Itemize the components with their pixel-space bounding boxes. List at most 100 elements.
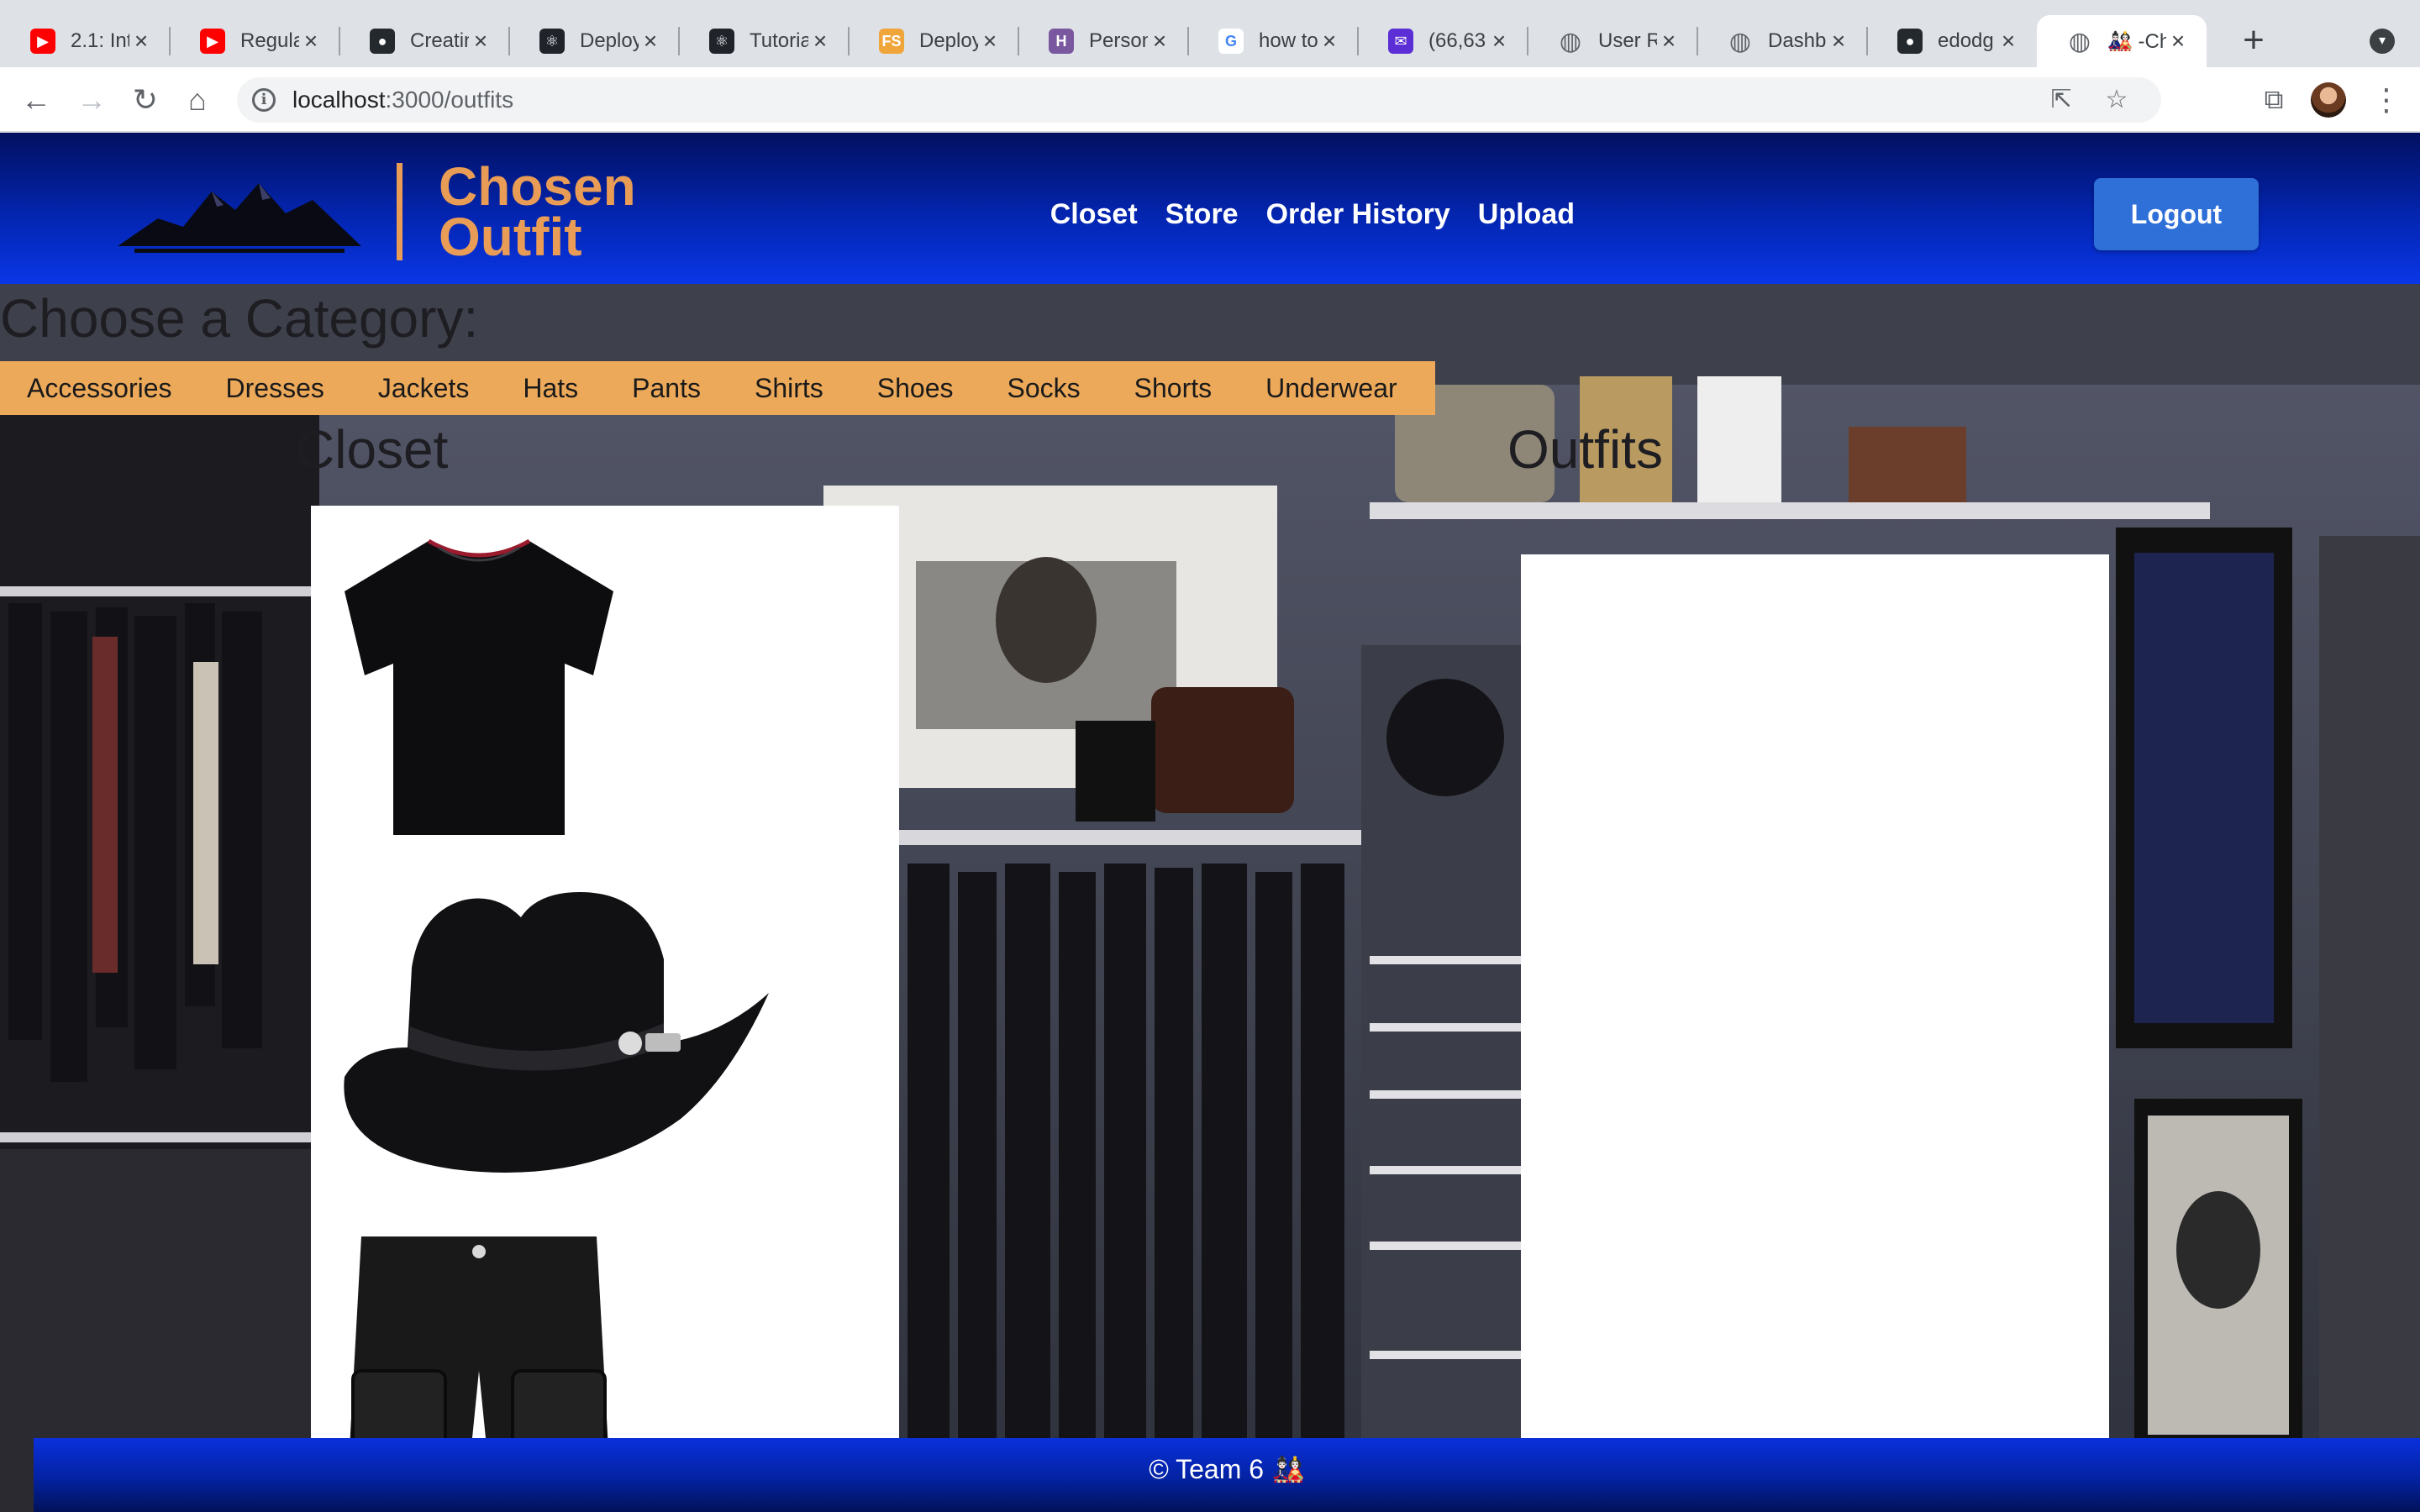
browser-tab[interactable]: ▶ Regula × <box>170 15 339 67</box>
close-tab-icon[interactable]: × <box>2166 28 2190 55</box>
category-socks[interactable]: Socks <box>1007 373 1081 404</box>
profile-avatar[interactable] <box>2311 82 2346 118</box>
globe-icon: ◍ <box>2068 27 2091 55</box>
youtube-icon: ▶ <box>200 29 225 54</box>
main-nav: Closet Store Order History Upload <box>1023 198 1575 231</box>
fullstack-icon: FS <box>879 29 904 54</box>
close-tab-icon[interactable]: × <box>129 28 153 55</box>
category-pants[interactable]: Pants <box>632 373 701 404</box>
tab-title: (66,63 <box>1428 29 1486 52</box>
app-header: Chosen Outfit Closet Store Order History… <box>0 133 2420 284</box>
close-tab-icon[interactable]: × <box>1657 28 1681 55</box>
close-tab-icon[interactable]: × <box>978 28 1002 55</box>
brand-logo-text[interactable]: Chosen Outfit <box>439 156 636 267</box>
tab-title: Dashb <box>1768 29 1827 52</box>
tab-title: Creatin <box>410 29 469 52</box>
category-accessories[interactable]: Accessories <box>27 373 172 404</box>
close-tab-icon[interactable]: × <box>1996 28 2020 55</box>
category-hats[interactable]: Hats <box>523 373 578 404</box>
browser-tab[interactable]: FS Deploy × <box>849 15 1018 67</box>
bookmark-star-icon[interactable]: ☆ <box>2101 84 2133 116</box>
tab-title: Person <box>1089 29 1148 52</box>
closet-section-title: Closet <box>296 419 449 480</box>
github-icon: ● <box>1897 29 1923 54</box>
tab-title: User R <box>1598 29 1657 52</box>
category-shirts[interactable]: Shirts <box>755 373 823 404</box>
tab-title: 🎎 -Ch <box>2107 29 2166 53</box>
outfits-drop-panel[interactable] <box>1521 554 2109 1512</box>
url-path: :3000/outfits <box>385 87 514 113</box>
browser-toolbar: ← → ↻ ⌂ i localhost:3000/outfits ⇱ ☆ ⧉ ⋮ <box>0 67 2420 133</box>
browser-tab[interactable]: ● edodg × <box>1867 15 2037 67</box>
browser-tab[interactable]: ◍ Dashb × <box>1697 15 1867 67</box>
close-tab-icon[interactable]: × <box>1827 28 1850 55</box>
react-icon: ⚛ <box>539 29 565 54</box>
category-underwear[interactable]: Underwear <box>1265 373 1397 404</box>
close-tab-icon[interactable]: × <box>1487 28 1511 55</box>
google-icon: G <box>1218 29 1244 54</box>
close-tab-icon[interactable]: × <box>299 28 323 55</box>
browser-tab[interactable]: ✉ (66,63 × <box>1358 15 1528 67</box>
tab-title: how to <box>1259 29 1318 52</box>
browser-menu-icon[interactable]: ⋮ <box>2371 81 2402 119</box>
address-bar[interactable]: i localhost:3000/outfits ⇱ ☆ <box>237 77 2161 123</box>
reload-icon[interactable]: ↻ <box>126 81 165 119</box>
browser-tab[interactable]: ⚛ Tutoria × <box>679 15 849 67</box>
category-shorts[interactable]: Shorts <box>1134 373 1212 404</box>
closet-items-panel[interactable] <box>311 506 899 1512</box>
react-icon: ⚛ <box>709 29 734 54</box>
heroku-icon: H <box>1049 29 1074 54</box>
browser-tab[interactable]: ◍ 🎎 -Ch × <box>2037 15 2207 67</box>
category-bar: Accessories Dresses Jackets Hats Pants S… <box>0 361 1435 415</box>
new-tab-button[interactable]: + <box>2235 22 2272 59</box>
close-tab-icon[interactable]: × <box>639 28 662 55</box>
globe-icon: ◍ <box>1559 27 1582 55</box>
browser-tab[interactable]: ● Creatin × <box>339 15 509 67</box>
github-icon: ● <box>370 29 395 54</box>
close-tab-icon[interactable]: × <box>1148 28 1171 55</box>
tab-search-icon[interactable]: ▾ <box>2370 29 2395 54</box>
logout-button[interactable]: Logout <box>2094 178 2259 250</box>
close-tab-icon[interactable]: × <box>808 28 832 55</box>
url-text[interactable]: localhost:3000/outfits <box>292 87 513 113</box>
close-tab-icon[interactable]: × <box>469 28 492 55</box>
nav-store-link[interactable]: Store <box>1165 198 1239 231</box>
black-tshirt-image[interactable] <box>328 522 630 842</box>
mountain-logo-icon[interactable] <box>118 166 361 259</box>
outfits-section-title: Outfits <box>1507 419 1663 480</box>
extensions-puzzle-icon[interactable]: ⧉ <box>2257 82 2291 116</box>
app-footer: © Team 6 🎎 <box>34 1438 2420 1512</box>
browser-tab[interactable]: ◍ User R × <box>1528 15 1697 67</box>
browser-tab[interactable]: ▶ 2.1: Int × <box>0 15 170 67</box>
category-shoes[interactable]: Shoes <box>877 373 954 404</box>
forward-arrow-icon[interactable]: → <box>72 81 111 119</box>
category-dresses[interactable]: Dresses <box>226 373 324 404</box>
mail-icon: ✉ <box>1388 29 1413 54</box>
tab-title: Regula <box>240 29 299 52</box>
nav-order-history-link[interactable]: Order History <box>1266 198 1450 231</box>
browser-tab[interactable]: Ghow to × <box>1188 15 1358 67</box>
nav-upload-link[interactable]: Upload <box>1478 198 1575 231</box>
url-host: localhost <box>292 87 386 113</box>
tab-title: Deploy <box>919 29 978 52</box>
tab-title: Tutoria <box>750 29 808 52</box>
choose-category-label: Choose a Category: <box>0 288 479 349</box>
logo-divider <box>397 163 402 260</box>
globe-icon: ◍ <box>1728 27 1752 55</box>
tab-strip: ▶ 2.1: Int × ▶ Regula × ● Creatin × ⚛ Deploy × ⚛ Tuto… <box>0 0 2420 67</box>
youtube-icon: ▶ <box>30 29 55 54</box>
open-in-app-icon[interactable]: ⇱ <box>2045 84 2077 116</box>
site-info-icon[interactable]: i <box>252 88 276 112</box>
black-cowboy-hat-image[interactable] <box>328 867 781 1186</box>
close-tab-icon[interactable]: × <box>1318 28 1341 55</box>
tab-title: 2.1: Int <box>71 29 129 52</box>
home-icon[interactable]: ⌂ <box>178 81 217 119</box>
browser-tab[interactable]: ⚛ Deploy × <box>509 15 679 67</box>
category-jackets[interactable]: Jackets <box>378 373 469 404</box>
web-page: Chosen Outfit Closet Store Order History… <box>0 133 2420 1512</box>
nav-closet-link[interactable]: Closet <box>1050 198 1138 231</box>
brand-line-2: Outfit <box>439 207 582 267</box>
brand-line-1: Chosen <box>439 156 636 217</box>
back-arrow-icon[interactable]: ← <box>17 81 55 119</box>
browser-tab[interactable]: H Person × <box>1018 15 1188 67</box>
